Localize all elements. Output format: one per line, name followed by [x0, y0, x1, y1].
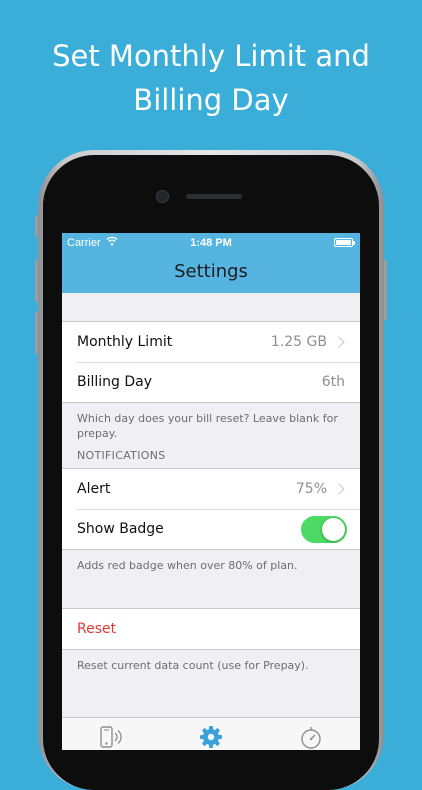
show-badge-label: Show Badge: [77, 521, 164, 537]
phone-screen: Carrier 1:48 PM Settings Monthly Limit 1…: [62, 233, 360, 750]
notifications-header: NOTIFICATIONS: [77, 449, 166, 462]
tab-bar: [62, 717, 360, 750]
battery-icon: [334, 238, 355, 247]
reset-group: Reset: [62, 608, 360, 650]
notifications-group: Alert 75% Show Badge: [62, 468, 360, 550]
monthly-limit-value: 1.25 GB: [270, 334, 327, 350]
headline-line-1: Set Monthly Limit and: [52, 39, 370, 73]
billing-footer: Which day does your bill reset? Leave bl…: [77, 412, 338, 440]
monthly-limit-label: Monthly Limit: [77, 334, 173, 350]
alert-value: 75%: [295, 481, 327, 497]
billing-day-row[interactable]: Billing Day 6th: [62, 362, 360, 402]
side-button-volume-down: [35, 312, 38, 354]
billing-day-value: 6th: [321, 374, 345, 390]
show-badge-row: Show Badge: [62, 509, 360, 549]
phone-signal-icon: [100, 726, 122, 748]
alert-row[interactable]: Alert 75%: [62, 469, 360, 509]
badge-footer: Adds red badge when over 80% of plan.: [77, 559, 298, 572]
side-button-mute: [35, 215, 38, 237]
tab-usage[interactable]: [96, 724, 126, 750]
alert-label: Alert: [77, 481, 111, 497]
chevron-right-icon: [333, 336, 345, 348]
side-button-power: [384, 260, 387, 320]
side-button-volume-up: [35, 260, 38, 302]
front-camera: [156, 190, 169, 203]
reset-button[interactable]: Reset: [77, 621, 360, 637]
earpiece-speaker: [186, 194, 242, 199]
status-time: 1:48 PM: [190, 237, 232, 249]
monthly-limit-row[interactable]: Monthly Limit 1.25 GB: [62, 322, 360, 362]
page-title: Settings: [174, 261, 248, 282]
navigation-bar: Carrier 1:48 PM Settings: [62, 233, 360, 293]
settings-list: Monthly Limit 1.25 GB Billing Day 6th Wh…: [62, 293, 360, 681]
headline-line-2: Billing Day: [133, 83, 289, 117]
toggle-knob: [322, 517, 345, 541]
billing-day-label: Billing Day: [77, 374, 153, 390]
show-badge-toggle[interactable]: [301, 515, 347, 543]
reset-row[interactable]: Reset: [62, 609, 360, 649]
headline: Set Monthly Limit and Billing Day: [0, 34, 422, 122]
gear-icon: [200, 726, 222, 748]
tab-timer[interactable]: [296, 724, 326, 750]
reset-footer: Reset current data count (use for Prepay…: [77, 659, 309, 672]
timer-icon: [301, 727, 321, 749]
status-bar: Carrier 1:48 PM: [62, 233, 360, 253]
tab-settings[interactable]: [196, 724, 226, 750]
plan-group: Monthly Limit 1.25 GB Billing Day 6th: [62, 321, 360, 403]
chevron-right-icon: [333, 483, 345, 495]
